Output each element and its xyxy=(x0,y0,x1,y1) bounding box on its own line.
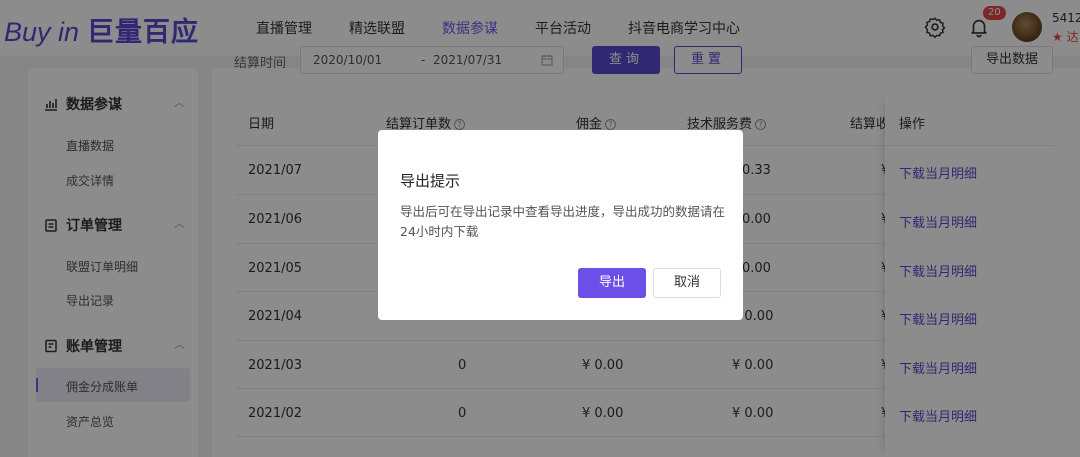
export-confirm-dialog: 导出提示 导出后可在导出记录中查看导出进度，导出成功的数据请在24小时内下载 导… xyxy=(378,130,743,320)
dialog-title: 导出提示 xyxy=(400,172,461,190)
dialog-message: 导出后可在导出记录中查看导出进度，导出成功的数据请在24小时内下载 xyxy=(400,204,726,239)
cancel-button[interactable]: 取消 xyxy=(653,268,721,298)
export-confirm-button[interactable]: 导出 xyxy=(578,268,646,298)
